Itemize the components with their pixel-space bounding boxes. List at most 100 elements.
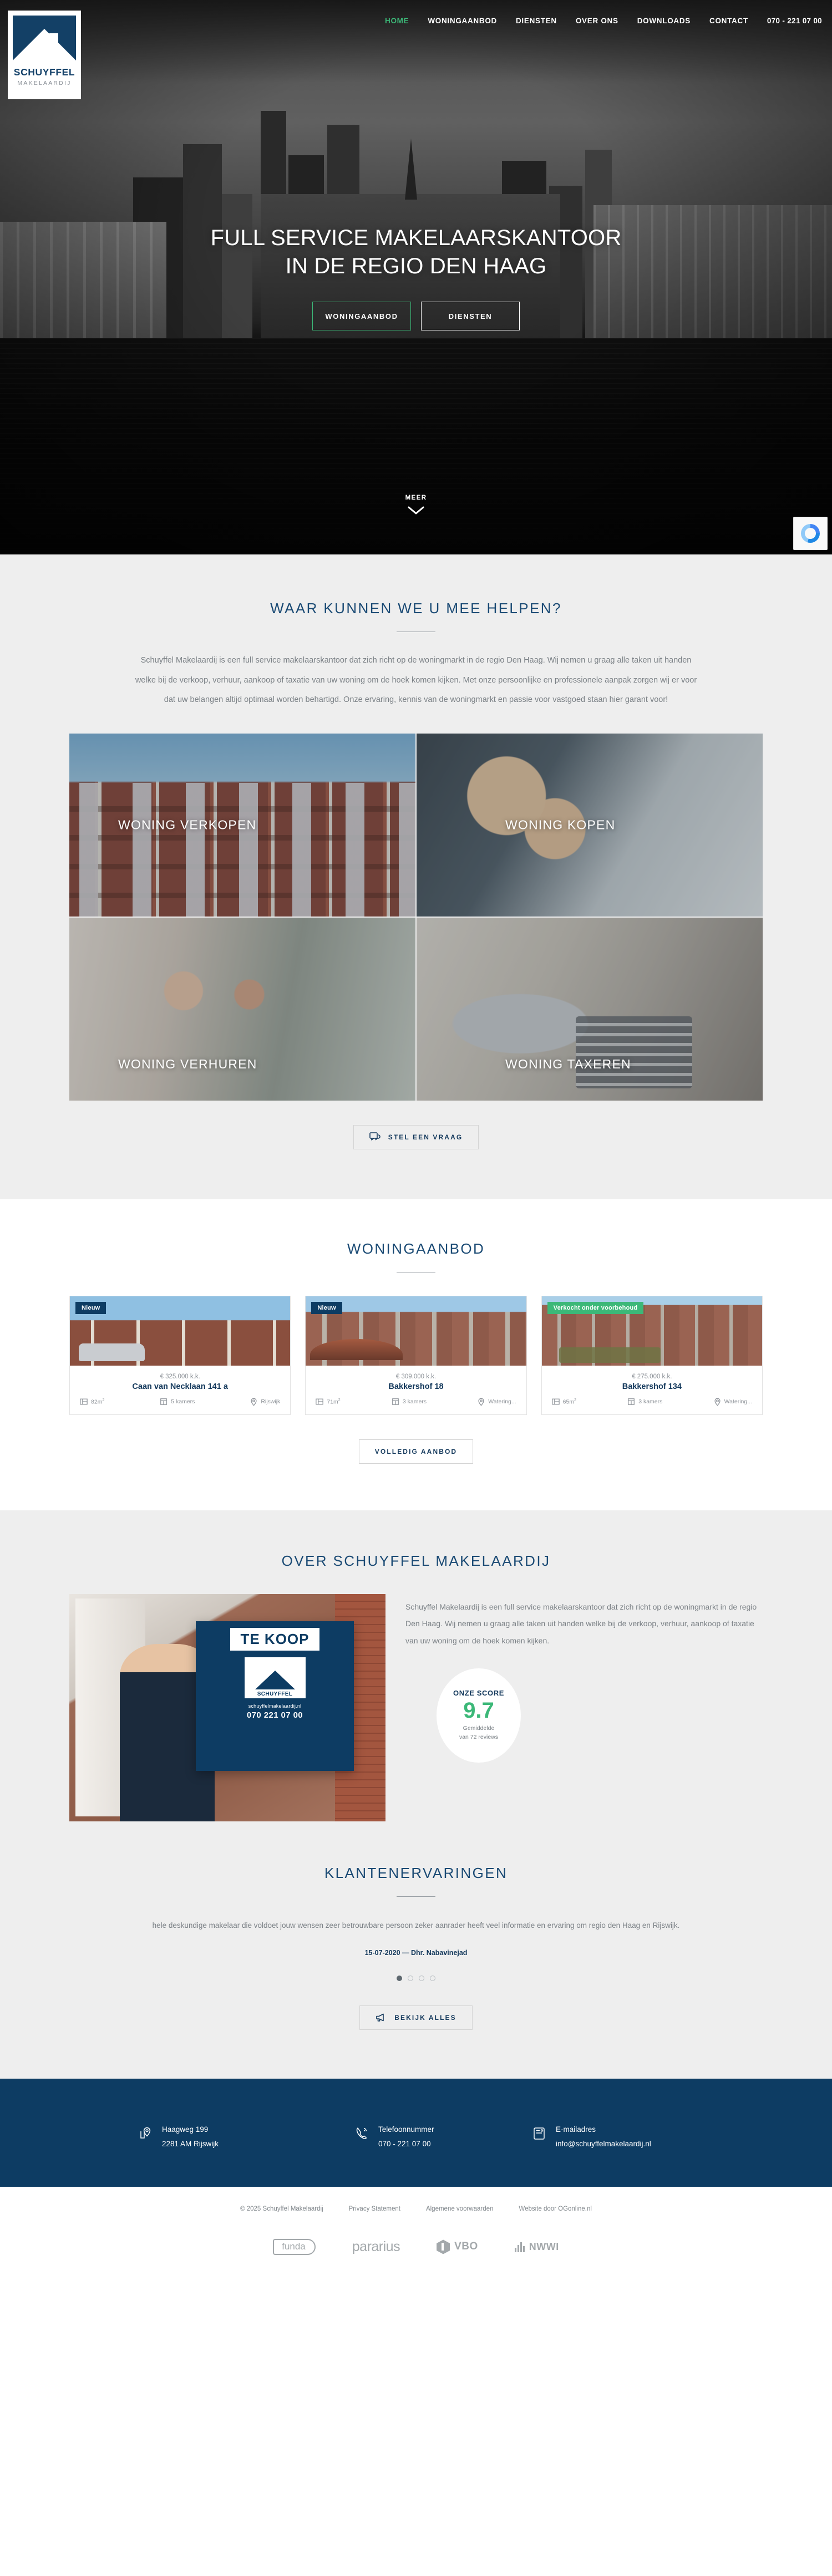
recaptcha-icon xyxy=(801,524,820,543)
site-logo[interactable]: SCHUYFFEL MAKELAARDIJ xyxy=(8,11,81,99)
scroll-down-indicator[interactable]: MEER xyxy=(0,495,832,515)
testimonial-quote: hele deskundige makelaar die voldoet jou… xyxy=(152,1921,680,1930)
logo-name: SCHUYFFEL xyxy=(13,67,75,78)
listing-rooms: 3 kamers xyxy=(392,1398,427,1406)
tile-label: WONING VERHUREN xyxy=(118,1056,257,1071)
map-pin-icon xyxy=(139,2125,152,2148)
listing-status-badge: Nieuw xyxy=(311,1301,342,1314)
partner-logo-pararius[interactable]: pararius xyxy=(352,2239,400,2255)
listing-card[interactable]: Nieuw € 325.000 k.k. Caan van Necklaan 1… xyxy=(69,1295,291,1415)
listing-photo: Nieuw xyxy=(306,1296,526,1366)
nav-item-woningaanbod[interactable]: WONINGAANBOD xyxy=(418,17,506,25)
house-logo-icon xyxy=(13,16,76,63)
listing-price: € 275.000 k.k. xyxy=(632,1373,672,1380)
carousel-dot-3[interactable] xyxy=(419,1975,424,1981)
score-value: 9.7 xyxy=(463,1698,494,1723)
listing-rooms-value: 5 kamers xyxy=(171,1398,195,1406)
nav-item-contact[interactable]: CONTACT xyxy=(700,17,758,25)
score-badge: ONZE SCORE 9.7 Gemiddelde van 72 reviews xyxy=(437,1668,521,1763)
footer-address-line-2: 2281 AM Rijswijk xyxy=(162,2139,219,2148)
listing-area-unit: 2 xyxy=(338,1398,341,1402)
link-privacy-statement[interactable]: Privacy Statement xyxy=(349,2206,400,2212)
site-header: SCHUYFFEL MAKELAARDIJ HOME WONINGAANBOD … xyxy=(0,0,832,99)
hero-woningaanbod-button[interactable]: WONINGAANBOD xyxy=(312,302,411,331)
about-text: Schuyffel Makelaardij is een full servic… xyxy=(405,1602,757,1646)
stel-een-vraag-label: STEL EEN VRAAG xyxy=(388,1133,463,1141)
floor-area-icon xyxy=(80,1398,88,1405)
listing-status-badge: Verkocht onder voorbehoud xyxy=(547,1301,644,1314)
link-website-credit[interactable]: Website door OGonline.nl xyxy=(519,2206,591,2212)
volledig-aanbod-label: VOLLEDIG AANBOD xyxy=(374,1447,458,1455)
about-grid: TE KOOP SCHUYFFEL schuyffelmakelaardij.n… xyxy=(69,1594,763,1821)
tile-label: WONING TAXEREN xyxy=(505,1056,631,1071)
listing-area: 71m2 xyxy=(316,1398,341,1406)
listing-area: 82m2 xyxy=(80,1398,104,1406)
testimonial-carousel-dots xyxy=(69,1975,763,1981)
score-subtext: Gemiddelde van 72 reviews xyxy=(459,1724,498,1742)
partner-logo-vbo-label: VBO xyxy=(454,2241,478,2253)
listing-area-value: 71m xyxy=(327,1398,338,1406)
testimonial-author: 15-07-2020 — Dhr. Nabavinejad xyxy=(364,1948,468,1957)
sign-phone: 070 221 07 00 xyxy=(246,1710,303,1720)
listing-rooms-value: 3 kamers xyxy=(402,1398,427,1406)
bekijk-alles-button[interactable]: BEKIJK ALLES xyxy=(359,2005,473,2030)
listings-section: WONINGAANBOD Nieuw € 325.000 k.k. Caan v… xyxy=(0,1199,832,1510)
about-photo: TE KOOP SCHUYFFEL schuyffelmakelaardij.n… xyxy=(69,1594,385,1821)
footer-phone-block: Telefoonnummer 070 - 221 07 00 xyxy=(355,2125,532,2148)
footer-address-block: Haagweg 199 2281 AM Rijswijk xyxy=(139,2125,355,2148)
carousel-dot-1[interactable] xyxy=(397,1975,402,1981)
stel-een-vraag-button[interactable]: STEL EEN VRAAG xyxy=(353,1124,479,1149)
logo-subtitle: MAKELAARDIJ xyxy=(17,80,72,86)
services-section: WAAR KUNNEN WE U MEE HELPEN? Schuyffel M… xyxy=(0,554,832,1199)
footer-columns: Haagweg 199 2281 AM Rijswijk Telefoonnum… xyxy=(139,2125,693,2148)
site-footer: Haagweg 199 2281 AM Rijswijk Telefoonnum… xyxy=(0,2078,832,2187)
partner-logo-nwwi[interactable]: NWWI xyxy=(514,2241,559,2253)
partner-logos: funda pararius VBO NWWI xyxy=(0,2238,832,2255)
listing-price: € 309.000 k.k. xyxy=(395,1373,437,1380)
tile-overlay xyxy=(417,917,763,1101)
listing-card[interactable]: Verkocht onder voorbehoud € 275.000 k.k.… xyxy=(541,1295,763,1415)
service-tile-woning-kopen[interactable]: WONING KOPEN xyxy=(417,733,763,917)
phone-icon xyxy=(355,2125,368,2148)
service-tile-woning-verhuren[interactable]: WONING VERHUREN xyxy=(69,917,415,1101)
copyright-text: © 2025 Schuyffel Makelaardij xyxy=(240,2205,323,2212)
listing-photo: Verkocht onder voorbehoud xyxy=(541,1296,762,1366)
tile-label: WONING VERKOPEN xyxy=(118,817,257,832)
listing-price: € 325.000 k.k. xyxy=(160,1373,200,1380)
footer-email-value[interactable]: info@schuyffelmakelaardij.nl xyxy=(556,2140,651,2148)
about-title: OVER SCHUYFFEL MAKELAARDIJ xyxy=(281,1552,551,1569)
envelope-icon xyxy=(532,2125,546,2148)
nav-item-home[interactable]: HOME xyxy=(376,17,418,25)
listing-address: Caan van Necklaan 141 a xyxy=(132,1382,228,1391)
nwwi-bars-icon xyxy=(514,2241,525,2253)
nav-item-downloads[interactable]: DOWNLOADS xyxy=(628,17,700,25)
sign-logo-name: SCHUYFFEL xyxy=(257,1691,293,1697)
rooms-icon xyxy=(160,1398,168,1405)
hero-buttons: WONINGAANBOD DIENSTEN xyxy=(312,302,520,331)
footer-phone-value[interactable]: 070 - 221 07 00 xyxy=(378,2140,434,2148)
listing-card[interactable]: Nieuw € 309.000 k.k. Bakkershof 18 71m2 xyxy=(305,1295,527,1415)
header-phone-number[interactable]: 070 - 221 07 00 xyxy=(758,17,832,25)
listing-city-value: Watering... xyxy=(724,1398,752,1406)
hero-title-line-1: FULL SERVICE MAKELAARSKANTOOR xyxy=(210,225,622,250)
nav-item-diensten[interactable]: DIENSTEN xyxy=(506,17,566,25)
hero-title-line-2: IN DE REGIO DEN HAAG xyxy=(285,254,547,278)
listing-area-value: 82m xyxy=(91,1398,103,1406)
carousel-dot-2[interactable] xyxy=(408,1975,413,1981)
listing-address: Bakkershof 134 xyxy=(622,1382,682,1391)
service-tile-woning-taxeren[interactable]: WONING TAXEREN xyxy=(417,917,763,1101)
megaphone-icon xyxy=(376,2013,384,2022)
recaptcha-badge[interactable] xyxy=(793,517,828,550)
nav-item-over-ons[interactable]: OVER ONS xyxy=(566,17,628,25)
partner-logo-funda[interactable]: funda xyxy=(273,2238,316,2255)
service-tile-woning-verkopen[interactable]: WONING VERKOPEN xyxy=(69,733,415,917)
link-algemene-voorwaarden[interactable]: Algemene voorwaarden xyxy=(426,2206,493,2212)
carousel-dot-4[interactable] xyxy=(430,1975,435,1981)
listing-city-value: Watering... xyxy=(488,1398,516,1406)
partner-logo-vbo[interactable]: VBO xyxy=(437,2239,478,2254)
testimonials-block: KLANTENERVARINGEN hele deskundige makela… xyxy=(69,1865,763,2030)
volledig-aanbod-button[interactable]: VOLLEDIG AANBOD xyxy=(358,1439,474,1464)
hero-diensten-button[interactable]: DIENSTEN xyxy=(421,302,520,331)
chat-bubble-icon xyxy=(369,1132,381,1141)
main-navigation: HOME WONINGAANBOD DIENSTEN OVER ONS DOWN… xyxy=(376,0,832,37)
